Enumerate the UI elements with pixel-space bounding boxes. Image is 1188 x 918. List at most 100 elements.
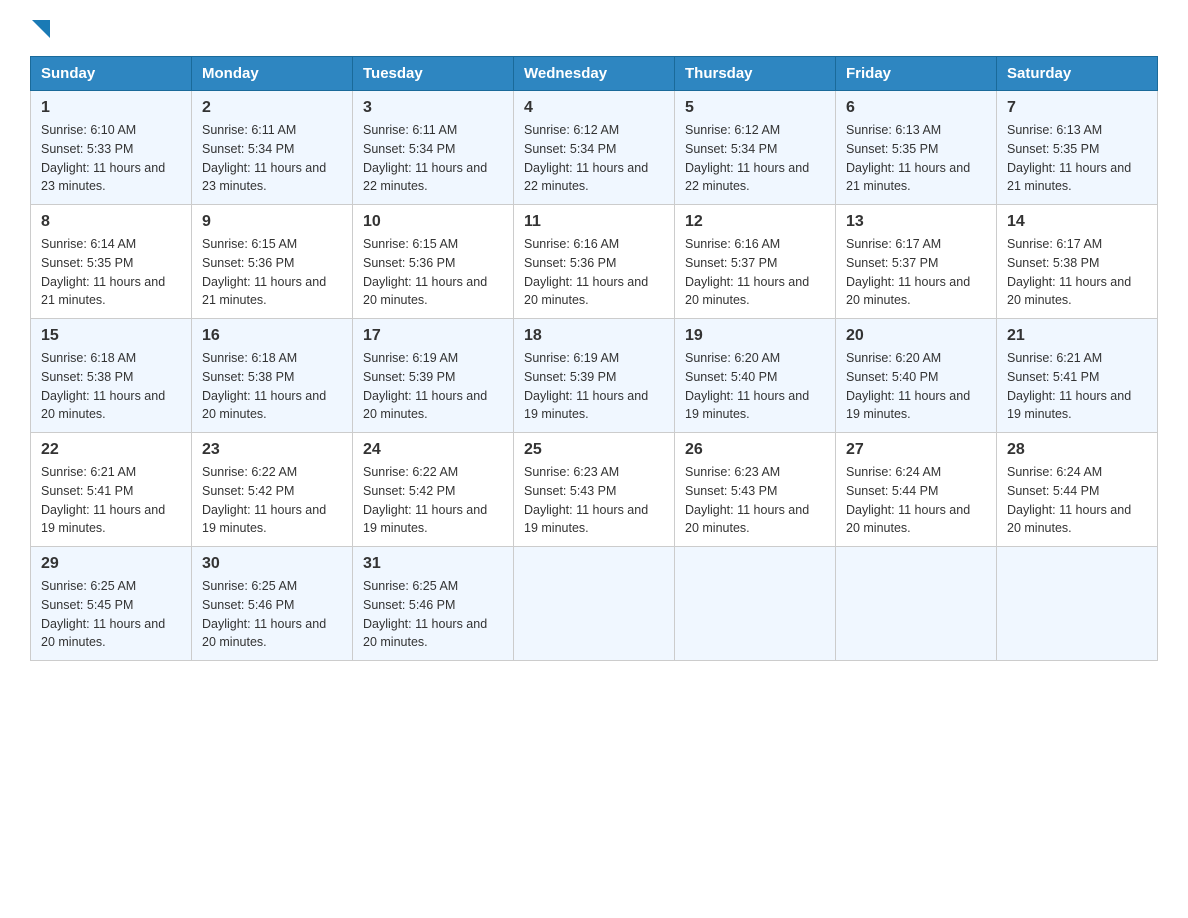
weekday-header-friday: Friday (836, 57, 997, 91)
calendar-cell: 1 Sunrise: 6:10 AMSunset: 5:33 PMDayligh… (31, 91, 192, 205)
day-info: Sunrise: 6:20 AMSunset: 5:40 PMDaylight:… (846, 349, 986, 424)
day-number: 27 (846, 441, 986, 459)
day-info: Sunrise: 6:12 AMSunset: 5:34 PMDaylight:… (524, 121, 664, 196)
calendar-cell: 2 Sunrise: 6:11 AMSunset: 5:34 PMDayligh… (192, 91, 353, 205)
calendar-cell: 17 Sunrise: 6:19 AMSunset: 5:39 PMDaylig… (353, 319, 514, 433)
day-info: Sunrise: 6:20 AMSunset: 5:40 PMDaylight:… (685, 349, 825, 424)
day-number: 26 (685, 441, 825, 459)
day-info: Sunrise: 6:25 AMSunset: 5:45 PMDaylight:… (41, 577, 181, 652)
calendar-cell: 19 Sunrise: 6:20 AMSunset: 5:40 PMDaylig… (675, 319, 836, 433)
day-info: Sunrise: 6:17 AMSunset: 5:38 PMDaylight:… (1007, 235, 1147, 310)
day-info: Sunrise: 6:23 AMSunset: 5:43 PMDaylight:… (524, 463, 664, 538)
calendar-header: SundayMondayTuesdayWednesdayThursdayFrid… (31, 57, 1158, 91)
day-info: Sunrise: 6:17 AMSunset: 5:37 PMDaylight:… (846, 235, 986, 310)
calendar-cell: 29 Sunrise: 6:25 AMSunset: 5:45 PMDaylig… (31, 547, 192, 661)
day-number: 17 (363, 327, 503, 345)
calendar-cell (675, 547, 836, 661)
day-info: Sunrise: 6:13 AMSunset: 5:35 PMDaylight:… (846, 121, 986, 196)
weekday-header-tuesday: Tuesday (353, 57, 514, 91)
calendar-cell: 21 Sunrise: 6:21 AMSunset: 5:41 PMDaylig… (997, 319, 1158, 433)
calendar-cell: 30 Sunrise: 6:25 AMSunset: 5:46 PMDaylig… (192, 547, 353, 661)
day-number: 8 (41, 213, 181, 231)
calendar-cell: 20 Sunrise: 6:20 AMSunset: 5:40 PMDaylig… (836, 319, 997, 433)
day-number: 5 (685, 99, 825, 117)
calendar-cell: 4 Sunrise: 6:12 AMSunset: 5:34 PMDayligh… (514, 91, 675, 205)
day-info: Sunrise: 6:21 AMSunset: 5:41 PMDaylight:… (1007, 349, 1147, 424)
day-number: 2 (202, 99, 342, 117)
calendar-cell: 8 Sunrise: 6:14 AMSunset: 5:35 PMDayligh… (31, 205, 192, 319)
day-number: 10 (363, 213, 503, 231)
calendar-cell: 6 Sunrise: 6:13 AMSunset: 5:35 PMDayligh… (836, 91, 997, 205)
day-number: 9 (202, 213, 342, 231)
day-number: 16 (202, 327, 342, 345)
day-info: Sunrise: 6:19 AMSunset: 5:39 PMDaylight:… (363, 349, 503, 424)
day-info: Sunrise: 6:21 AMSunset: 5:41 PMDaylight:… (41, 463, 181, 538)
day-number: 20 (846, 327, 986, 345)
day-number: 31 (363, 555, 503, 573)
calendar-cell: 12 Sunrise: 6:16 AMSunset: 5:37 PMDaylig… (675, 205, 836, 319)
calendar-cell: 3 Sunrise: 6:11 AMSunset: 5:34 PMDayligh… (353, 91, 514, 205)
day-info: Sunrise: 6:25 AMSunset: 5:46 PMDaylight:… (363, 577, 503, 652)
calendar-cell: 7 Sunrise: 6:13 AMSunset: 5:35 PMDayligh… (997, 91, 1158, 205)
calendar-cell: 9 Sunrise: 6:15 AMSunset: 5:36 PMDayligh… (192, 205, 353, 319)
calendar-cell: 16 Sunrise: 6:18 AMSunset: 5:38 PMDaylig… (192, 319, 353, 433)
day-info: Sunrise: 6:11 AMSunset: 5:34 PMDaylight:… (202, 121, 342, 196)
day-info: Sunrise: 6:25 AMSunset: 5:46 PMDaylight:… (202, 577, 342, 652)
day-number: 29 (41, 555, 181, 573)
calendar-cell: 28 Sunrise: 6:24 AMSunset: 5:44 PMDaylig… (997, 433, 1158, 547)
day-info: Sunrise: 6:22 AMSunset: 5:42 PMDaylight:… (202, 463, 342, 538)
day-info: Sunrise: 6:13 AMSunset: 5:35 PMDaylight:… (1007, 121, 1147, 196)
day-info: Sunrise: 6:10 AMSunset: 5:33 PMDaylight:… (41, 121, 181, 196)
calendar-week-row: 1 Sunrise: 6:10 AMSunset: 5:33 PMDayligh… (31, 91, 1158, 205)
calendar-cell: 5 Sunrise: 6:12 AMSunset: 5:34 PMDayligh… (675, 91, 836, 205)
day-info: Sunrise: 6:23 AMSunset: 5:43 PMDaylight:… (685, 463, 825, 538)
day-number: 14 (1007, 213, 1147, 231)
weekday-header-monday: Monday (192, 57, 353, 91)
calendar-cell: 26 Sunrise: 6:23 AMSunset: 5:43 PMDaylig… (675, 433, 836, 547)
logo (30, 20, 50, 36)
calendar-cell: 13 Sunrise: 6:17 AMSunset: 5:37 PMDaylig… (836, 205, 997, 319)
day-info: Sunrise: 6:14 AMSunset: 5:35 PMDaylight:… (41, 235, 181, 310)
calendar-week-row: 29 Sunrise: 6:25 AMSunset: 5:45 PMDaylig… (31, 547, 1158, 661)
calendar-cell: 25 Sunrise: 6:23 AMSunset: 5:43 PMDaylig… (514, 433, 675, 547)
page-header (30, 20, 1158, 36)
day-number: 18 (524, 327, 664, 345)
calendar-cell: 27 Sunrise: 6:24 AMSunset: 5:44 PMDaylig… (836, 433, 997, 547)
calendar-cell: 18 Sunrise: 6:19 AMSunset: 5:39 PMDaylig… (514, 319, 675, 433)
day-number: 28 (1007, 441, 1147, 459)
day-info: Sunrise: 6:18 AMSunset: 5:38 PMDaylight:… (202, 349, 342, 424)
day-number: 1 (41, 99, 181, 117)
calendar-cell: 23 Sunrise: 6:22 AMSunset: 5:42 PMDaylig… (192, 433, 353, 547)
day-number: 24 (363, 441, 503, 459)
day-info: Sunrise: 6:12 AMSunset: 5:34 PMDaylight:… (685, 121, 825, 196)
day-info: Sunrise: 6:15 AMSunset: 5:36 PMDaylight:… (202, 235, 342, 310)
day-info: Sunrise: 6:22 AMSunset: 5:42 PMDaylight:… (363, 463, 503, 538)
day-info: Sunrise: 6:24 AMSunset: 5:44 PMDaylight:… (846, 463, 986, 538)
logo-triangle-icon (32, 20, 50, 38)
day-number: 22 (41, 441, 181, 459)
day-number: 15 (41, 327, 181, 345)
day-number: 7 (1007, 99, 1147, 117)
day-number: 21 (1007, 327, 1147, 345)
calendar-cell: 11 Sunrise: 6:16 AMSunset: 5:36 PMDaylig… (514, 205, 675, 319)
weekday-header-wednesday: Wednesday (514, 57, 675, 91)
day-number: 30 (202, 555, 342, 573)
calendar-week-row: 8 Sunrise: 6:14 AMSunset: 5:35 PMDayligh… (31, 205, 1158, 319)
day-number: 25 (524, 441, 664, 459)
day-info: Sunrise: 6:19 AMSunset: 5:39 PMDaylight:… (524, 349, 664, 424)
day-info: Sunrise: 6:16 AMSunset: 5:36 PMDaylight:… (524, 235, 664, 310)
day-info: Sunrise: 6:24 AMSunset: 5:44 PMDaylight:… (1007, 463, 1147, 538)
day-number: 3 (363, 99, 503, 117)
calendar-cell: 10 Sunrise: 6:15 AMSunset: 5:36 PMDaylig… (353, 205, 514, 319)
weekday-header-row: SundayMondayTuesdayWednesdayThursdayFrid… (31, 57, 1158, 91)
calendar-cell: 22 Sunrise: 6:21 AMSunset: 5:41 PMDaylig… (31, 433, 192, 547)
weekday-header-thursday: Thursday (675, 57, 836, 91)
day-number: 19 (685, 327, 825, 345)
day-info: Sunrise: 6:16 AMSunset: 5:37 PMDaylight:… (685, 235, 825, 310)
calendar-body: 1 Sunrise: 6:10 AMSunset: 5:33 PMDayligh… (31, 91, 1158, 661)
weekday-header-saturday: Saturday (997, 57, 1158, 91)
day-info: Sunrise: 6:15 AMSunset: 5:36 PMDaylight:… (363, 235, 503, 310)
day-info: Sunrise: 6:11 AMSunset: 5:34 PMDaylight:… (363, 121, 503, 196)
day-number: 6 (846, 99, 986, 117)
day-info: Sunrise: 6:18 AMSunset: 5:38 PMDaylight:… (41, 349, 181, 424)
